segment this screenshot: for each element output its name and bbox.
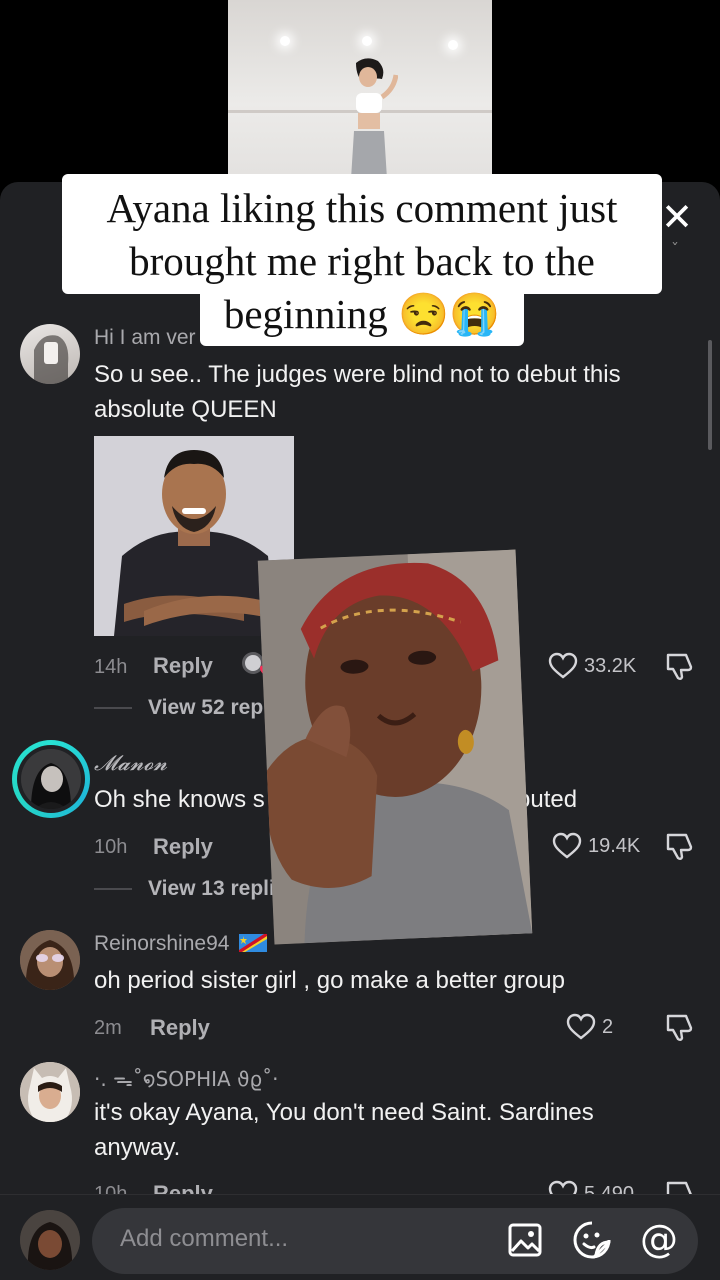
- divider-dash: [94, 707, 132, 709]
- dislike-button[interactable]: [664, 650, 696, 687]
- sticker-icon[interactable]: [572, 1220, 612, 1260]
- ceiling-light: [280, 36, 290, 46]
- caption-line-3: beginning 😒😭: [223, 291, 501, 337]
- reply-button[interactable]: Reply: [150, 1015, 210, 1041]
- my-avatar[interactable]: [20, 1210, 80, 1270]
- comment-text: oh period sister girl , go make a better…: [94, 967, 565, 994]
- avatar: [21, 749, 81, 809]
- chevron-down-icon: ˇ: [671, 240, 679, 259]
- dislike-icon: [666, 833, 693, 860]
- caption-line-2: brought me right back to the: [129, 238, 595, 284]
- like-count: 19.4K: [588, 834, 641, 857]
- reaction-video-overlay[interactable]: [257, 549, 533, 945]
- close-icon[interactable]: ✕: [656, 196, 698, 238]
- dislike-button[interactable]: [664, 830, 696, 867]
- reply-button[interactable]: Reply: [153, 834, 213, 860]
- comment-username[interactable]: ·. ᯓ˚໑SOPHIA ϑϱ˚·: [94, 1065, 279, 1092]
- like-count: 33.2K: [584, 654, 637, 677]
- avatar-photo: [20, 930, 80, 990]
- comment-username[interactable]: Hi I am ver: [94, 326, 196, 350]
- comment-time: 14h: [94, 656, 128, 678]
- avatar-photo: [34, 335, 69, 384]
- flag-icon: [239, 934, 268, 952]
- divider-dash: [94, 888, 132, 890]
- like-count: 2: [602, 1015, 614, 1038]
- comment-text: So u see.. The judges were blind not to …: [94, 361, 621, 423]
- video-preview[interactable]: [228, 0, 492, 190]
- dancer-figure: [350, 58, 398, 190]
- comment-text: Oh she knows s: [94, 786, 265, 813]
- comment-text: it's okay Ayana, You don't need Saint. S…: [94, 1099, 594, 1161]
- avatar[interactable]: [20, 1062, 80, 1122]
- avatar[interactable]: [20, 324, 80, 384]
- image-icon[interactable]: [506, 1221, 544, 1259]
- comment-time: 2m: [94, 1017, 122, 1039]
- dislike-icon: [666, 1014, 693, 1041]
- heart-icon: [548, 652, 578, 679]
- dislike-icon: [666, 653, 693, 680]
- comment-username[interactable]: Reinorshine94: [94, 932, 268, 956]
- reply-button[interactable]: Reply: [153, 653, 213, 679]
- reaction-person: [257, 549, 533, 945]
- like-button[interactable]: 33.2K: [548, 652, 636, 680]
- scrollbar[interactable]: [708, 340, 712, 450]
- heart-icon: [566, 1013, 596, 1040]
- dislike-button[interactable]: [664, 1011, 696, 1048]
- username-text: Reinorshine94: [94, 932, 230, 955]
- view-replies-label: View 13 repli: [148, 877, 275, 900]
- comment-username[interactable]: 𝓜𝓪𝓷𝓸𝓷: [94, 751, 167, 776]
- view-replies-button[interactable]: View 13 repli: [94, 877, 275, 901]
- ceiling-light: [448, 40, 458, 50]
- avatar-photo: [20, 1210, 80, 1270]
- comment-time: 10h: [94, 836, 128, 858]
- comment-input-placeholder[interactable]: Add comment...: [120, 1225, 288, 1253]
- avatar-story-ring[interactable]: [12, 740, 90, 818]
- like-button[interactable]: 2: [566, 1013, 613, 1041]
- avatar[interactable]: [20, 930, 80, 990]
- caption-line-1: Ayana liking this comment just: [106, 185, 618, 231]
- avatar-photo: [20, 1062, 80, 1122]
- like-button[interactable]: 19.4K: [552, 832, 640, 860]
- heart-icon: [552, 832, 582, 859]
- at-icon[interactable]: @: [638, 1218, 680, 1260]
- ceiling-light: [362, 36, 372, 46]
